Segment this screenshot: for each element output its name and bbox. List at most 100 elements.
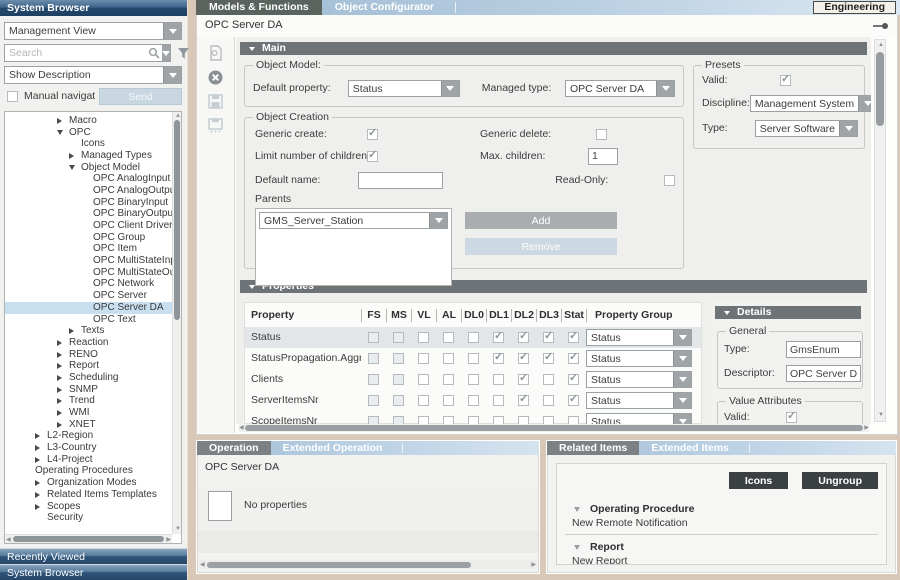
flag-checkbox-stat[interactable] <box>568 395 579 406</box>
scroll-left-icon[interactable]: ◀ <box>200 561 205 570</box>
column-header-fs[interactable]: FS <box>361 309 386 322</box>
tab-related-items[interactable]: Related Items <box>547 441 639 455</box>
column-header-stat[interactable]: Stat <box>561 309 586 322</box>
tree-item-related-items-templates[interactable]: Related Items Templates <box>5 489 172 501</box>
tree-item-xnet[interactable]: XNET <box>5 419 172 431</box>
chevron-down-icon[interactable] <box>441 81 459 96</box>
parents-listbox[interactable]: GMS_Server_Station <box>255 208 452 286</box>
flag-checkbox-ms[interactable] <box>393 332 404 343</box>
save-icon[interactable] <box>208 94 223 109</box>
tab-extended-items[interactable]: Extended Items <box>639 441 741 455</box>
tree-item-macro[interactable]: Macro <box>5 115 172 127</box>
flag-checkbox-dl2[interactable] <box>518 416 529 424</box>
related-group-operating-procedure[interactable]: Operating Procedure <box>565 501 878 517</box>
tree-item-organization-modes[interactable]: Organization Modes <box>5 477 172 489</box>
tab-extended-operation[interactable]: Extended Operation <box>271 441 395 455</box>
flag-checkbox-dl3[interactable] <box>543 353 554 364</box>
flag-checkbox-dl1[interactable] <box>493 395 504 406</box>
collapsed-arrow-icon[interactable] <box>35 504 47 510</box>
generic-delete-checkbox[interactable] <box>596 129 607 140</box>
expanded-arrow-icon[interactable] <box>57 130 69 135</box>
new-object-icon[interactable] <box>208 45 224 61</box>
collapsed-arrow-icon[interactable] <box>57 387 69 393</box>
tree-item-object-model[interactable]: Object Model <box>5 162 172 174</box>
column-header-dl3[interactable]: DL3 <box>536 309 561 322</box>
tree-item-opc-server-da[interactable]: OPC Server DA <box>5 302 172 314</box>
pin-icon[interactable] <box>873 22 889 30</box>
tree-item-operating-procedures[interactable]: Operating Procedures <box>5 466 172 478</box>
parent-dropdown[interactable]: GMS_Server_Station <box>259 212 448 229</box>
expanded-arrow-icon[interactable] <box>574 507 580 512</box>
property-group-dropdown[interactable]: Status <box>586 350 692 367</box>
search-input[interactable] <box>5 47 148 59</box>
property-group-dropdown[interactable]: Status <box>586 371 692 388</box>
column-header-dl1[interactable]: DL1 <box>486 309 511 322</box>
scrollbar-thumb[interactable] <box>13 536 164 542</box>
flag-checkbox-dl1[interactable] <box>493 332 504 343</box>
main-vertical-scrollbar[interactable]: ▲ ▼ <box>874 39 886 422</box>
icons-button[interactable]: Icons <box>729 472 788 489</box>
collapsed-arrow-icon[interactable] <box>57 398 69 404</box>
property-group-dropdown[interactable]: Status <box>586 392 692 409</box>
add-button[interactable]: Add <box>465 212 617 229</box>
flag-checkbox-ms[interactable] <box>393 374 404 385</box>
flag-checkbox-ms[interactable] <box>393 416 404 424</box>
chevron-down-icon[interactable] <box>163 23 181 39</box>
chevron-down-icon[interactable] <box>673 393 691 408</box>
collapsed-arrow-icon[interactable] <box>35 445 47 451</box>
collapsed-arrow-icon[interactable] <box>35 480 47 486</box>
default-property-dropdown[interactable]: Status <box>348 80 460 97</box>
scroll-left-icon[interactable]: ◀ <box>6 536 11 544</box>
flag-checkbox-al[interactable] <box>443 395 454 406</box>
tree-item-l2-region[interactable]: L2-Region <box>5 431 172 443</box>
detail-type-input[interactable] <box>786 341 861 358</box>
column-header-vl[interactable]: VL <box>411 309 436 322</box>
tree-vertical-scrollbar[interactable]: ▲ ▼ <box>172 112 181 534</box>
flag-checkbox-fs[interactable] <box>368 332 379 343</box>
flag-checkbox-dl3[interactable] <box>543 374 554 385</box>
descriptor-input[interactable] <box>786 365 861 382</box>
chevron-down-icon[interactable] <box>429 213 447 228</box>
flag-checkbox-dl0[interactable] <box>468 374 479 385</box>
chevron-down-icon[interactable] <box>673 414 691 424</box>
type-dropdown[interactable]: Server Software <box>755 120 858 137</box>
tree-item-security[interactable]: Security <box>5 512 172 524</box>
flag-checkbox-stat[interactable] <box>568 353 579 364</box>
scroll-up-icon[interactable]: ▲ <box>878 41 884 50</box>
property-group-dropdown[interactable]: Status <box>586 329 692 346</box>
flag-checkbox-dl2[interactable] <box>518 395 529 406</box>
remove-button[interactable]: Remove <box>465 238 617 255</box>
send-button[interactable]: Send <box>99 88 182 105</box>
collapsed-arrow-icon[interactable] <box>35 457 47 463</box>
flag-checkbox-dl2[interactable] <box>518 332 529 343</box>
tree-item-icons[interactable]: Icons <box>5 138 172 150</box>
tree-item-opc-binaryoutput[interactable]: OPC BinaryOutput <box>5 209 172 221</box>
column-header-property[interactable]: Property <box>251 309 361 322</box>
property-row-serveritemsnr[interactable]: ServerItemsNrStatus <box>245 390 701 411</box>
tree-item-opc-analoginput[interactable]: OPC AnalogInput <box>5 173 172 185</box>
flag-checkbox-vl[interactable] <box>418 416 429 424</box>
limit-children-checkbox[interactable] <box>367 151 378 162</box>
flag-checkbox-dl0[interactable] <box>468 332 479 343</box>
expanded-arrow-icon[interactable] <box>69 165 81 170</box>
tree-item-opc-network[interactable]: OPC Network <box>5 279 172 291</box>
tree-horizontal-scrollbar[interactable]: ◀ ▶ <box>5 534 172 543</box>
scroll-down-icon[interactable]: ▼ <box>175 525 181 534</box>
collapsed-arrow-icon[interactable] <box>69 328 81 334</box>
section-main-header[interactable]: Main <box>240 42 867 55</box>
operation-horizontal-scrollbar[interactable]: ◀ ▶ <box>199 560 537 569</box>
manual-navigation-checkbox[interactable] <box>7 91 18 102</box>
related-item-new-remote-notification[interactable]: New Remote Notification <box>565 517 878 531</box>
collapsed-arrow-icon[interactable] <box>57 340 69 346</box>
scroll-right-icon[interactable]: ▶ <box>531 561 536 570</box>
chevron-down-icon[interactable] <box>673 351 691 366</box>
property-row-scopeitemsnr[interactable]: ScopeItemsNrStatus <box>245 411 701 424</box>
flag-checkbox-vl[interactable] <box>418 374 429 385</box>
chevron-down-icon[interactable] <box>673 372 691 387</box>
column-header-property-group[interactable]: Property Group <box>586 309 706 322</box>
collapsed-arrow-icon[interactable] <box>57 422 69 428</box>
tree-item-opc-client-driver[interactable]: OPC Client Driver <box>5 220 172 232</box>
detail-valid-checkbox[interactable] <box>786 412 797 423</box>
tree-item-l3-country[interactable]: L3-Country <box>5 442 172 454</box>
collapsed-arrow-icon[interactable] <box>35 433 47 439</box>
